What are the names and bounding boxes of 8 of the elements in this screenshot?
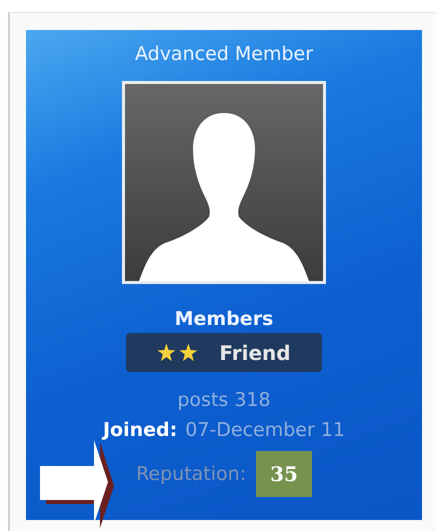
rank-label: Friend [219, 340, 291, 364]
joined-date: 07-December 11 [185, 419, 346, 441]
joined-label: Joined: [102, 419, 178, 441]
reputation-label: Reputation: [136, 463, 246, 485]
member-title: Advanced Member [134, 43, 314, 65]
post-count: posts 318 [177, 389, 271, 411]
reputation-score: 35 [256, 451, 312, 497]
member-group: Members [174, 308, 274, 330]
